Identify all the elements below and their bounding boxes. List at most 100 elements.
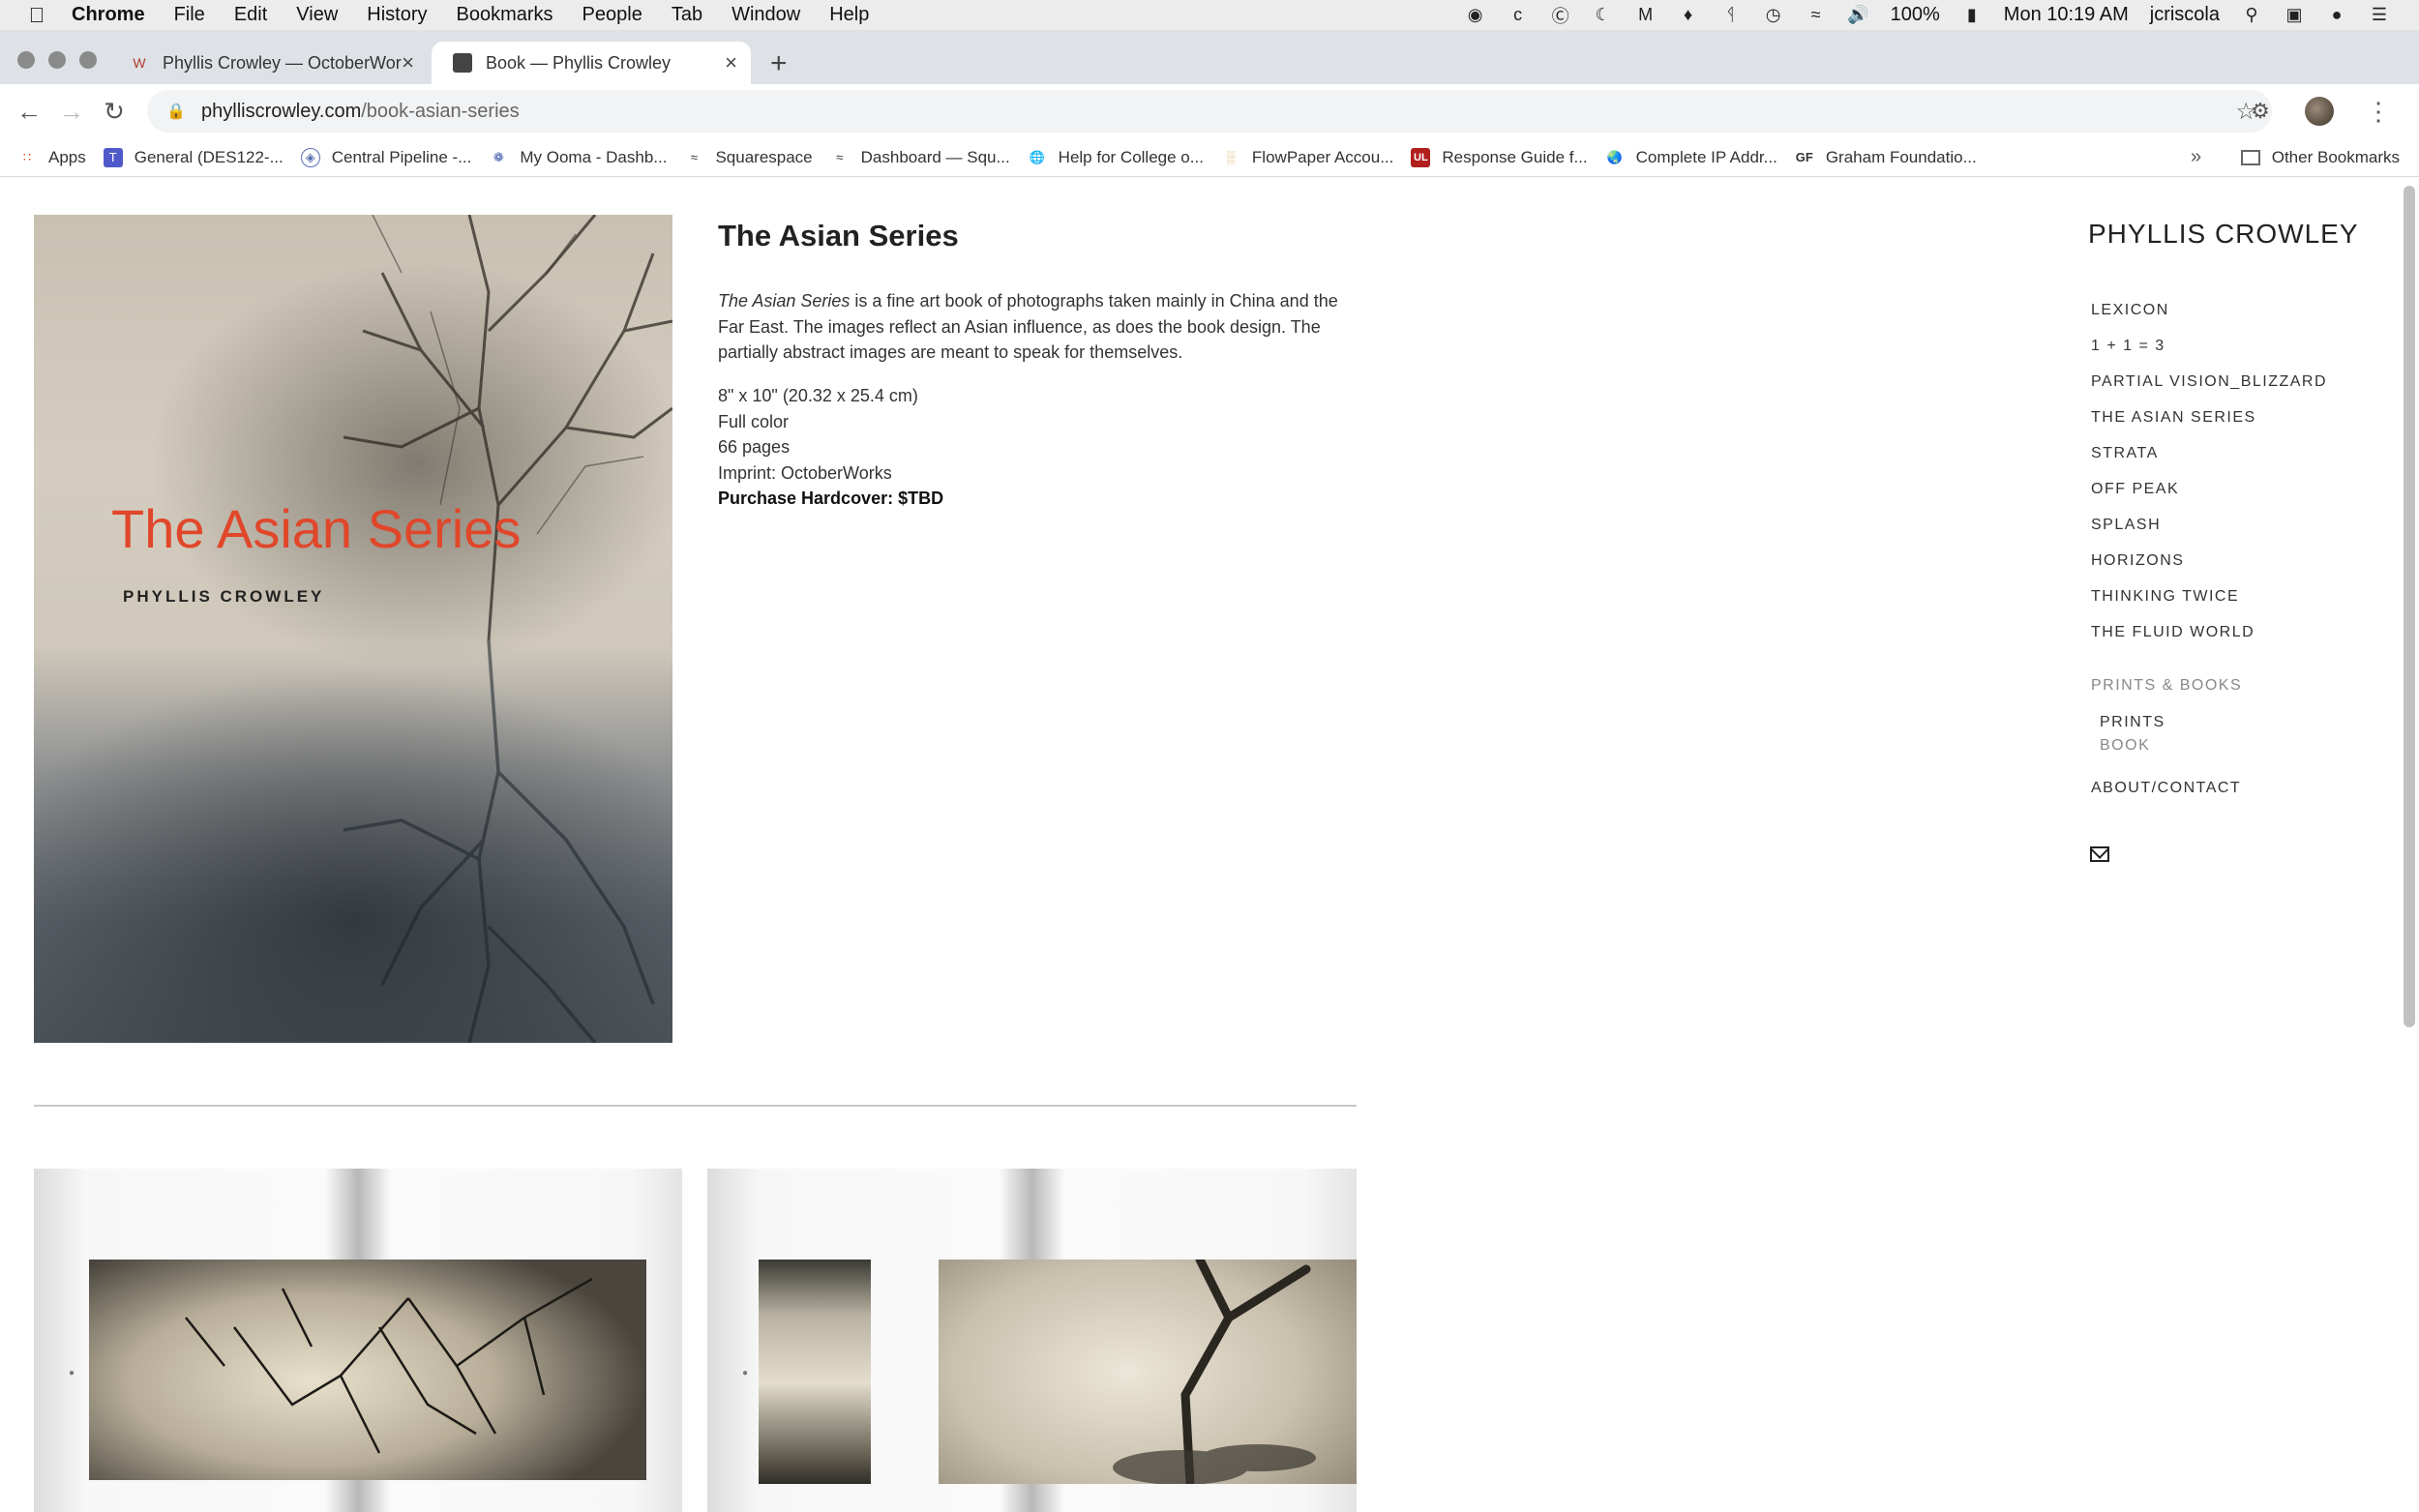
squarespace-icon: ≈ xyxy=(836,150,844,164)
bookmarks-overflow-chevron-icon[interactable]: » xyxy=(2191,146,2201,168)
bookmark-my-ooma[interactable]: ❁ My Ooma - Dashb... xyxy=(489,148,668,167)
apps-grid-icon: ∷ xyxy=(22,149,32,164)
bookmark-general[interactable]: T General (DES122-... xyxy=(103,147,284,167)
site-logo-text[interactable]: PHYLLIS CROWLEY xyxy=(2088,219,2359,250)
url-path: /book-asian-series xyxy=(361,100,520,122)
book-spread-image[interactable]: ● xyxy=(707,1169,1357,1512)
nav-lexicon[interactable]: LEXICON xyxy=(2091,302,2327,338)
nav-off-peak[interactable]: OFF PEAK xyxy=(2091,481,2327,517)
bookmark-label: Help for College o... xyxy=(1058,147,1204,166)
close-tab-icon[interactable]: × xyxy=(402,50,414,75)
lock-icon[interactable]: 🔒 xyxy=(166,102,186,121)
bookmark-flowpaper[interactable]: ░ FlowPaper Accou... xyxy=(1221,148,1393,167)
menu-file[interactable]: File xyxy=(174,4,205,26)
profile-avatar[interactable] xyxy=(2305,97,2334,126)
purchase-hardcover-link[interactable]: Purchase Hardcover: $TBD xyxy=(718,486,943,512)
nav-book[interactable]: BOOK xyxy=(2100,737,2327,760)
bookmark-central-pipeline[interactable]: ◈ Central Pipeline -... xyxy=(300,147,471,167)
nav-prints-and-books[interactable]: PRINTS & BOOKS xyxy=(2091,677,2327,714)
chrome-menu-icon[interactable]: ⋮ xyxy=(2357,90,2400,133)
battery-icon[interactable]: ▮ xyxy=(1961,5,1983,26)
back-arrow-icon[interactable]: ← xyxy=(8,90,50,133)
new-tab-button[interactable]: + xyxy=(770,47,788,80)
screen-icon[interactable]: ▣ xyxy=(2284,5,2305,26)
apple-icon[interactable]:  xyxy=(25,3,48,27)
mail-icon[interactable] xyxy=(2090,846,2109,862)
nav-about-contact[interactable]: ABOUT/CONTACT xyxy=(2091,780,2327,797)
address-bar[interactable]: 🔒 phylliscrowley.com/book-asian-series ☆ xyxy=(147,90,2272,133)
tab-book-phyllis-crowley[interactable]: Book — Phyllis Crowley × xyxy=(432,42,751,84)
menu-bookmarks[interactable]: Bookmarks xyxy=(457,4,553,26)
other-bookmarks[interactable]: Other Bookmarks xyxy=(2240,147,2400,167)
page-scrollbar[interactable] xyxy=(2404,186,2415,1027)
user-name[interactable]: jcriscola xyxy=(2150,4,2220,26)
tab-strip: W Phyllis Crowley — OctoberWor × Book — … xyxy=(0,30,2419,84)
wifi-icon[interactable]: ≈ xyxy=(1806,5,1827,26)
nav-one-plus-one[interactable]: 1 + 1 = 3 xyxy=(2091,338,2327,373)
time-machine-icon[interactable]: ◷ xyxy=(1763,5,1784,26)
nav-prints[interactable]: PRINTS xyxy=(2100,714,2327,737)
nav-the-fluid-world[interactable]: THE FLUID WORLD xyxy=(2091,624,2327,660)
forward-arrow-icon[interactable]: → xyxy=(50,90,93,133)
bookmark-label: General (DES122-... xyxy=(134,147,284,166)
nav-strata[interactable]: STRATA xyxy=(2091,445,2327,481)
bookmark-apps[interactable]: ∷ Apps xyxy=(17,148,86,167)
nav-partial-vision-blizzard[interactable]: PARTIAL VISION_BLIZZARD xyxy=(2091,373,2327,409)
bookmark-help-college[interactable]: 🌐 Help for College o... xyxy=(1028,148,1204,167)
accessibility-icon[interactable]: Ⓒ xyxy=(1550,5,1571,26)
bookmark-squarespace[interactable]: ≈ Squarespace xyxy=(684,148,813,167)
creative-cloud-icon[interactable]: ◉ xyxy=(1465,5,1486,26)
zoom-window-button[interactable] xyxy=(79,51,97,69)
bookmark-response-guide[interactable]: UL Response Guide f... xyxy=(1411,147,1588,167)
menu-edit[interactable]: Edit xyxy=(234,4,267,26)
spec-color: Full color xyxy=(718,411,790,431)
cleaner-icon[interactable]: c xyxy=(1508,5,1529,26)
tree-reflection-illustration xyxy=(343,640,655,1043)
nav-horizons[interactable]: HORIZONS xyxy=(2091,552,2327,588)
close-tab-icon[interactable]: × xyxy=(725,50,737,75)
nav-the-asian-series[interactable]: THE ASIAN SERIES xyxy=(2091,409,2327,445)
menu-app-name[interactable]: Chrome xyxy=(72,4,145,26)
cover-title: The Asian Series xyxy=(111,498,522,559)
flame-icon[interactable]: ♦ xyxy=(1678,5,1699,26)
nav-thinking-twice[interactable]: THINKING TWICE xyxy=(2091,588,2327,624)
bookmarks-bar: ∷ Apps T General (DES122-... ◈ Central Pipe… xyxy=(0,138,2419,177)
reeds-photo xyxy=(89,1260,646,1480)
menu-tab[interactable]: Tab xyxy=(672,4,702,26)
pine-photo xyxy=(759,1260,871,1484)
bookmark-complete-ip[interactable]: 🌏 Complete IP Addr... xyxy=(1605,148,1777,167)
page-mark: ● xyxy=(69,1368,75,1379)
malwarebytes-icon[interactable]: M xyxy=(1635,5,1657,26)
tab-octoberworks[interactable]: W Phyllis Crowley — OctoberWor × xyxy=(108,42,428,84)
bluetooth-icon[interactable]: ᛩ xyxy=(1720,5,1742,26)
teams-icon: T xyxy=(103,147,123,167)
bookmark-label: Graham Foundatio... xyxy=(1825,147,1977,166)
menu-history[interactable]: History xyxy=(367,4,427,26)
notification-center-icon[interactable]: ☰ xyxy=(2369,5,2390,26)
window-controls xyxy=(17,51,97,69)
menu-people[interactable]: People xyxy=(582,4,642,26)
nav-splash[interactable]: SPLASH xyxy=(2091,517,2327,552)
clock[interactable]: Mon 10:19 AM xyxy=(2004,4,2129,26)
close-window-button[interactable] xyxy=(17,51,35,69)
spec-size: 8" x 10" (20.32 x 25.4 cm) xyxy=(718,386,918,405)
menu-view[interactable]: View xyxy=(296,4,338,26)
siri-icon[interactable]: ● xyxy=(2326,5,2347,26)
minimize-window-button[interactable] xyxy=(48,51,66,69)
book-spread-image[interactable]: ● xyxy=(34,1169,682,1512)
moon-icon[interactable]: ☾ xyxy=(1593,5,1614,26)
reload-icon[interactable]: ↻ xyxy=(93,90,135,133)
ooma-icon: ❁ xyxy=(493,149,504,164)
menu-help[interactable]: Help xyxy=(829,4,869,26)
extensions-puzzle-icon[interactable]: ⚙ xyxy=(2239,90,2282,133)
volume-icon[interactable]: 🔊 xyxy=(1847,5,1868,26)
other-bookmarks-label: Other Bookmarks xyxy=(2271,147,2400,166)
bookmark-dashboard-squarespace[interactable]: ≈ Dashboard — Squ... xyxy=(830,148,1010,167)
bookmark-graham-foundation[interactable]: GF Graham Foundatio... xyxy=(1795,148,1977,167)
earth-icon: 🌏 xyxy=(1606,149,1623,164)
squarespace-cube-favicon-icon xyxy=(453,53,472,73)
spotlight-search-icon[interactable]: ⚲ xyxy=(2241,5,2262,26)
pipeline-icon: ◈ xyxy=(300,147,320,167)
menu-window[interactable]: Window xyxy=(732,4,800,26)
branch-illustration xyxy=(1113,1255,1316,1489)
